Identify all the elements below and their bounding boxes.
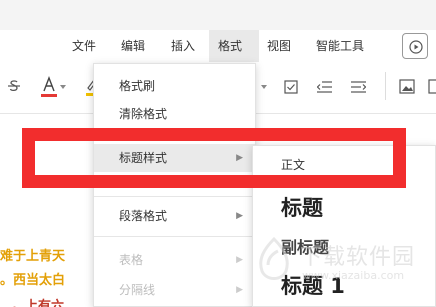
watermark: 下载软件园 www.xiazaiba.com [250, 233, 436, 293]
decrease-indent-icon[interactable] [317, 80, 332, 94]
menu-item-label: 格式刷 [119, 79, 156, 93]
menu-item-format-painter[interactable]: 格式刷 [94, 72, 255, 100]
menu-item-label: 分隔线 [119, 283, 156, 297]
submenu-arrow-icon: ▶ [236, 211, 243, 221]
strikethrough-icon[interactable] [6, 78, 22, 94]
doc-line-1: 难于上青天 [0, 249, 66, 264]
menu-item-divider-line[interactable]: 分隔线 ▶ [94, 276, 255, 304]
style-title[interactable]: 标题 [281, 192, 323, 222]
menu-edit[interactable]: 编辑 [121, 30, 145, 62]
checkbox-icon[interactable] [284, 80, 298, 94]
watermark-url: www.xiazaiba.com [302, 269, 405, 282]
menu-item-label: 表格 [119, 253, 144, 267]
submenu-arrow-icon: ▶ [236, 285, 243, 295]
menu-view[interactable]: 视图 [267, 30, 291, 62]
menu-separator [94, 236, 255, 237]
doc-line-3: 。上有六 [12, 299, 65, 307]
watermark-logo-icon [259, 237, 289, 280]
menu-format[interactable]: 格式 [209, 30, 259, 62]
menu-item-paragraph-format[interactable]: 段落格式 ▶ [94, 202, 255, 230]
increase-indent-icon[interactable] [351, 80, 366, 94]
insert-image-icon[interactable] [399, 79, 415, 94]
menu-smart-tools[interactable]: 智能工具 [316, 30, 364, 62]
toolbar-divider [385, 72, 386, 100]
present-button[interactable] [402, 33, 428, 59]
play-icon [409, 40, 423, 54]
menu-item-table[interactable]: 表格 ▶ [94, 246, 255, 274]
more-tools-icon[interactable] [428, 79, 436, 94]
highlight-box [22, 128, 406, 188]
submenu-arrow-icon: ▶ [236, 255, 243, 265]
watermark-text: 下载软件园 [300, 245, 416, 270]
font-color-icon[interactable] [40, 76, 58, 98]
menu-bar: 文件 编辑 插入 格式 视图 智能工具 [0, 30, 436, 62]
menu-insert[interactable]: 插入 [171, 30, 195, 62]
doc-line-2: 。西当太白 [0, 273, 66, 288]
menu-separator [94, 196, 255, 197]
menu-item-clear-format[interactable]: 清除格式 [94, 100, 255, 128]
dropdown-arrow-icon[interactable] [261, 84, 267, 90]
title-strip [0, 0, 436, 30]
font-color-dropdown-icon[interactable] [60, 84, 66, 90]
menu-item-label: 段落格式 [119, 209, 168, 223]
menu-file[interactable]: 文件 [72, 30, 96, 62]
menu-item-label: 清除格式 [119, 107, 168, 121]
